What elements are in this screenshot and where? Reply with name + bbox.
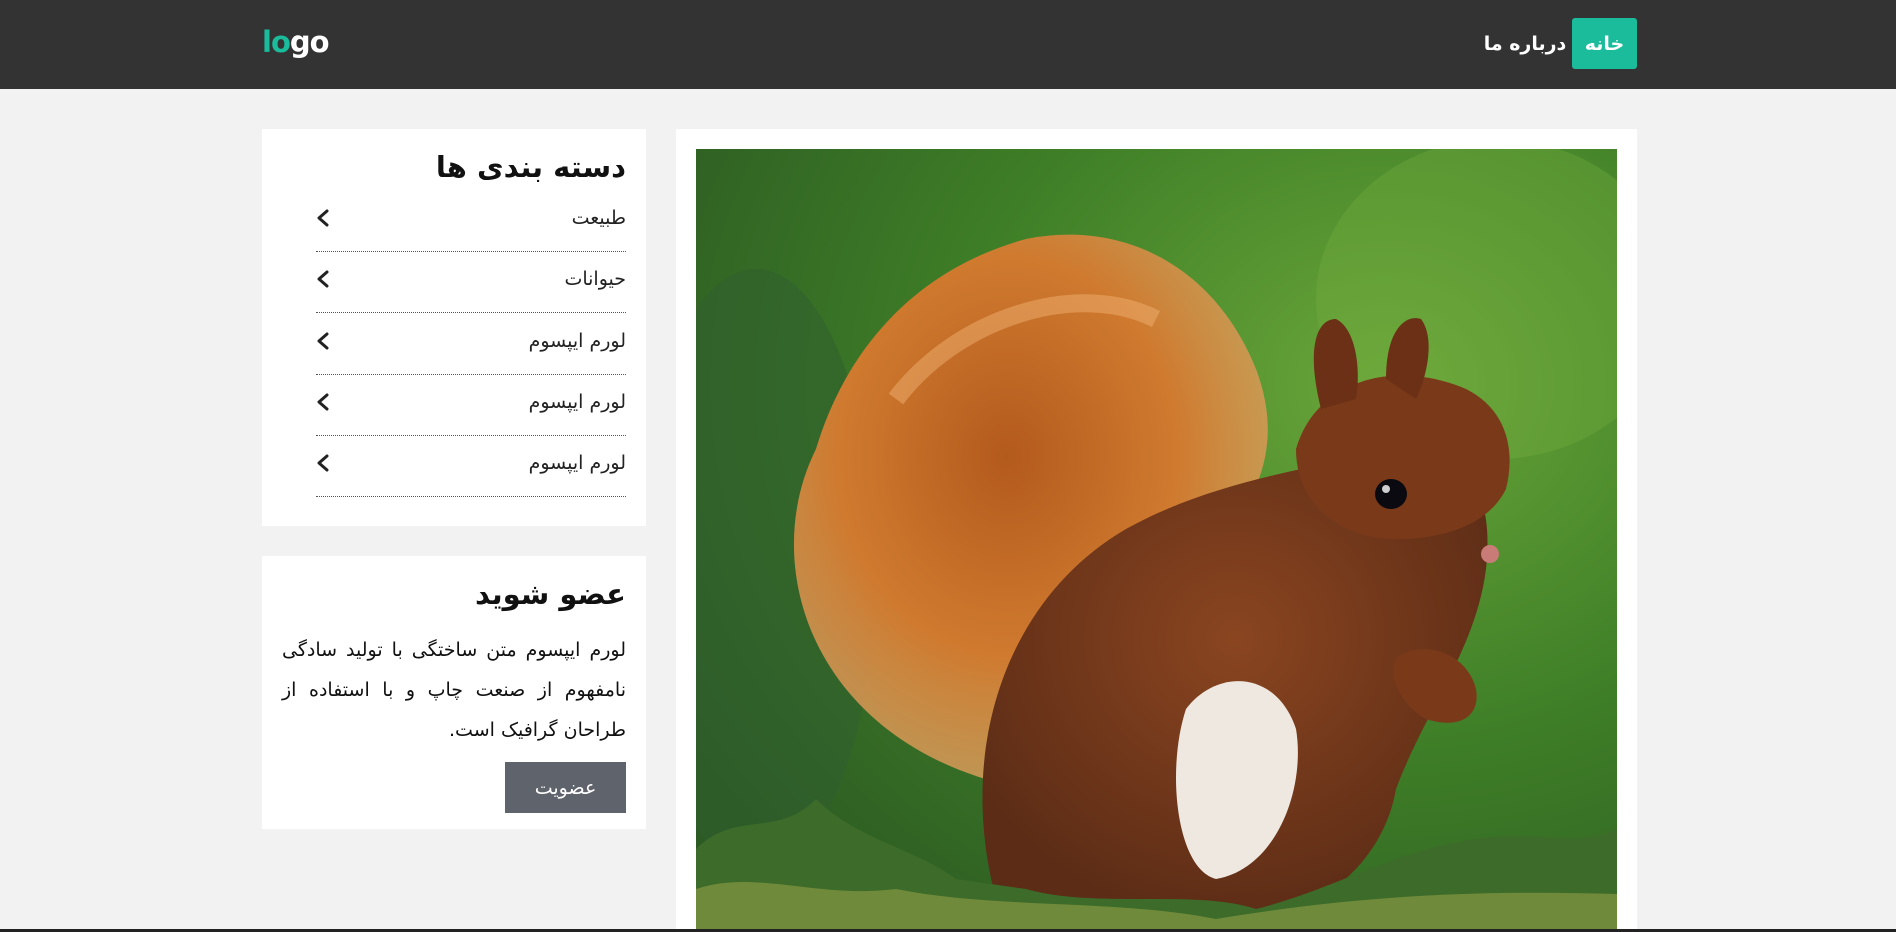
nav-about-link[interactable]: درباره ما: [1480, 18, 1570, 69]
squirrel-photo: [696, 149, 1617, 932]
top-navbar: logo خانه درباره ما: [0, 0, 1896, 89]
chevron-left-icon: [317, 270, 329, 288]
category-label: حیوانات: [564, 268, 626, 290]
join-card: عضو شوید لورم ایپسوم متن ساختگی با تولید…: [262, 556, 646, 829]
category-label: لورم ایپسوم: [528, 452, 626, 474]
logo-text: go: [289, 25, 330, 59]
main-content-card: [676, 129, 1637, 932]
join-description: لورم ایپسوم متن ساختگی با تولید سادگی نا…: [282, 639, 626, 741]
categories-title: دسته بندی ها: [435, 150, 626, 184]
category-label: لورم ایپسوم: [528, 330, 626, 352]
category-item-lorem-1[interactable]: لورم ایپسوم: [316, 314, 626, 375]
category-item-nature[interactable]: طبیعت: [316, 191, 626, 252]
category-label: لورم ایپسوم: [528, 391, 626, 413]
chevron-left-icon: [317, 454, 329, 472]
chevron-left-icon: [317, 332, 329, 350]
join-button[interactable]: عضویت: [505, 762, 626, 813]
category-item-animals[interactable]: حیوانات: [316, 252, 626, 313]
category-item-lorem-3[interactable]: لورم ایپسوم: [316, 436, 626, 497]
categories-card: دسته بندی ها طبیعت حیوانات لورم ایپسوم ل…: [262, 129, 646, 526]
chevron-left-icon: [317, 209, 329, 227]
logo-accent-text: lo: [262, 25, 291, 59]
category-label: طبیعت: [571, 207, 626, 229]
category-item-lorem-2[interactable]: لورم ایپسوم: [316, 375, 626, 436]
join-title: عضو شوید: [474, 577, 626, 611]
chevron-left-icon: [317, 393, 329, 411]
site-logo[interactable]: logo: [262, 22, 330, 62]
nav-home-link[interactable]: خانه: [1572, 18, 1637, 69]
